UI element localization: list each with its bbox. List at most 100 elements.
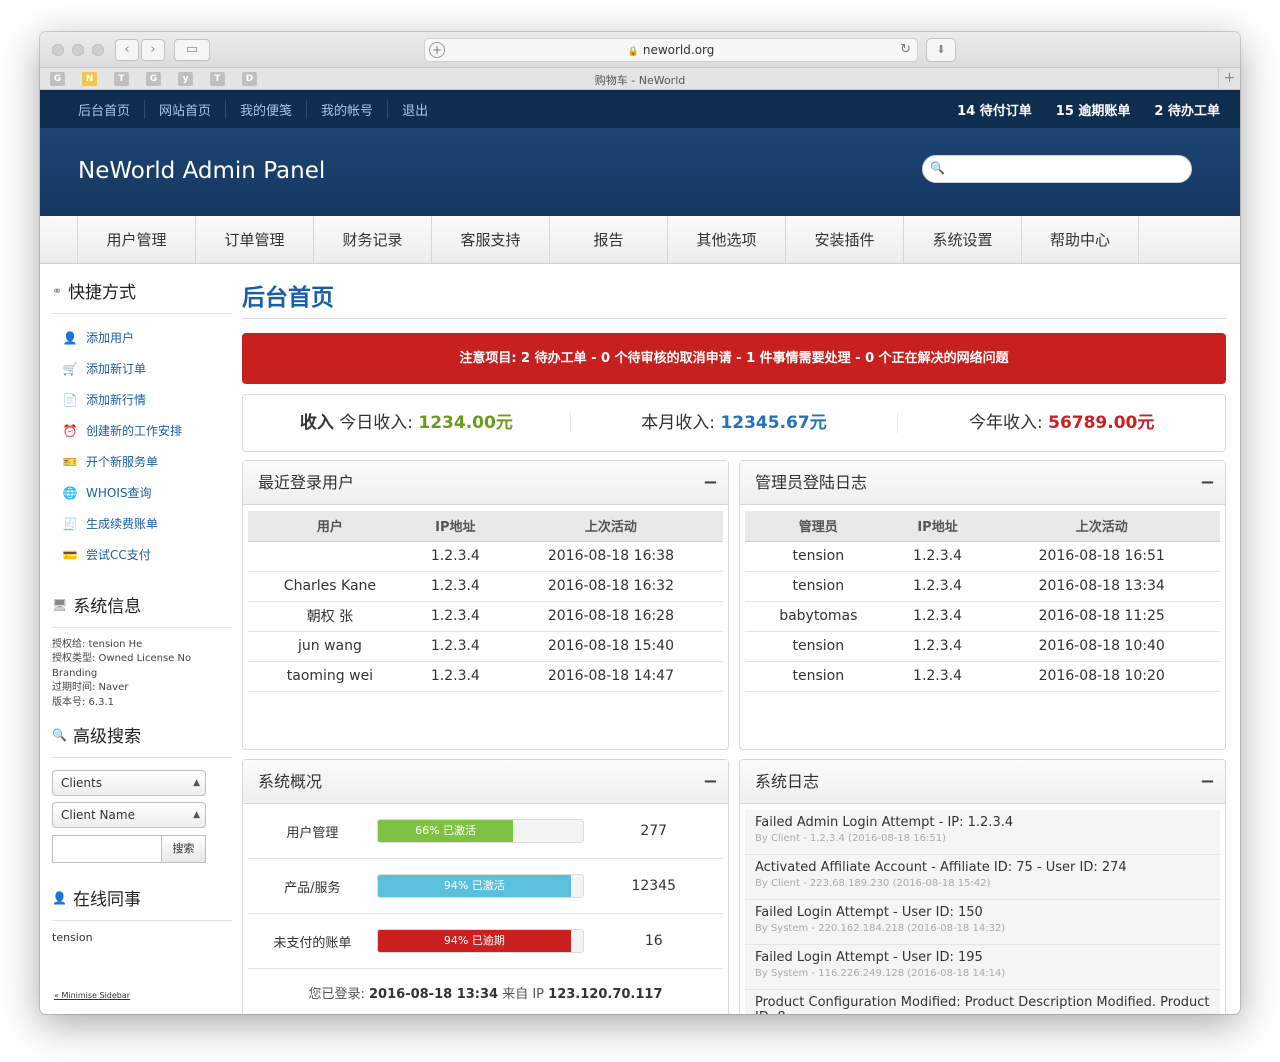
lock-icon: 🔒	[627, 47, 639, 57]
brand-title[interactable]: NeWorld Admin Panel	[78, 158, 325, 184]
shortcut-cc-payment[interactable]: 💳 尝试CC支付	[62, 539, 232, 570]
user-cell[interactable]: jun wang	[248, 631, 412, 662]
collapse-icon[interactable]: −	[1200, 760, 1215, 804]
search-field-select[interactable]: Client Name ▲	[52, 802, 206, 829]
log-text: Product Configuration Modified: Product …	[755, 995, 1210, 1014]
add-icon[interactable]: +	[429, 42, 445, 58]
download-button[interactable]: ⬇	[926, 38, 956, 62]
minimize-window-button[interactable]	[72, 44, 84, 56]
pending-tickets-link[interactable]: 2 待办工单	[1154, 100, 1220, 119]
menu-item-setup[interactable]: 系统设置	[903, 216, 1021, 263]
recent-users-panel: 最近登录用户 − 用户 IP地址 上次活动 1.2.3.4 2016-08-18 1…	[242, 460, 729, 750]
pending-orders-link[interactable]: 14 待付订单	[957, 100, 1032, 119]
shortcut-label: 尝试CC支付	[86, 548, 151, 562]
shortcut-generate-invoices[interactable]: 🧾 生成续费账单	[62, 508, 232, 539]
menu-item-reports[interactable]: 报告	[549, 216, 667, 263]
overview-count[interactable]: 12345	[584, 878, 723, 894]
overview-count[interactable]: 277	[584, 823, 723, 839]
income-summary: 收入 今日收入: 1234.00元 本月收入: 12345.67元 今年收入: …	[242, 394, 1226, 452]
income-label: 收入	[299, 413, 334, 433]
table-row: Charles Kane 1.2.3.4 2016-08-18 16:32	[248, 571, 723, 602]
table-row: 朝权 张 1.2.3.4 2016-08-18 16:28	[248, 601, 723, 632]
menu-item-billing[interactable]: 财务记录	[313, 216, 431, 263]
shortcut-new-todo[interactable]: ⏰ 创建新的工作安排	[62, 415, 232, 446]
topnav-link-notes[interactable]: 我的便笺	[226, 99, 308, 119]
shortcut-whois[interactable]: 🌐 WHOIS查询	[62, 477, 232, 508]
overdue-invoices-link[interactable]: 15 逾期账单	[1056, 100, 1131, 119]
sysinfo-title: 系统信息	[73, 597, 142, 617]
login-info: 您已登录: 2016-08-18 13:34 来自 IP 123.120.70.…	[243, 983, 728, 1002]
address-bar[interactable]: + 🔒 neworld.org ↻	[424, 38, 918, 62]
menu-item-help[interactable]: 帮助中心	[1021, 216, 1139, 263]
user-cell[interactable]	[248, 541, 412, 572]
sysinfo-line: 授权类型: Owned License No	[52, 653, 192, 665]
login-time: 2016-08-18 13:34	[369, 987, 499, 1002]
topnav-link-account[interactable]: 我的帐号	[307, 99, 389, 119]
link-icon: ⚭	[52, 283, 63, 298]
shortcut-label: 添加新行情	[86, 393, 147, 407]
select-arrows-icon: ▲	[193, 810, 200, 821]
browser-window: ‹ › ▭ + 🔒 neworld.org ↻ ⬇ G N T G y T D 购…	[40, 32, 1240, 1014]
column-header: 上次活动	[983, 511, 1220, 542]
menu-item-addons[interactable]: 安装插件	[785, 216, 903, 263]
admin-cell: babytomas	[745, 601, 892, 632]
sidebar-toggle-button[interactable]: ▭	[174, 39, 210, 61]
user-cell[interactable]: taoming wei	[248, 661, 412, 692]
panel-header: 管理员登陆日志 −	[740, 461, 1225, 505]
chevron-right-icon: ›	[150, 42, 156, 57]
close-window-button[interactable]	[52, 44, 64, 56]
table-row: babytomas 1.2.3.4 2016-08-18 11:25	[745, 601, 1220, 632]
progress-bar: 94% 已激活	[376, 874, 585, 898]
menu-item-utilities[interactable]: 其他选项	[667, 216, 785, 263]
user-cell[interactable]: Charles Kane	[248, 571, 412, 602]
select-value: Clients	[61, 776, 102, 791]
shortcut-new-ticket[interactable]: 🎫 开个新服务单	[62, 446, 232, 477]
overview-count[interactable]: 16	[584, 933, 723, 949]
tab-title[interactable]: 购物车 - NeWorld	[40, 72, 1240, 88]
main-menu: 用户管理 订单管理 财务记录 客服支持 报告 其他选项 安装插件 系统设置 帮助…	[40, 216, 1240, 264]
table-row: tension 1.2.3.4 2016-08-18 13:34	[745, 571, 1220, 602]
shortcut-label: 添加新订单	[86, 362, 147, 376]
reload-icon[interactable]: ↻	[900, 39, 911, 61]
forward-button[interactable]: ›	[141, 39, 165, 61]
overview-row: 未支付的账单 94% 已逾期 16	[248, 914, 723, 969]
menu-item-orders[interactable]: 订单管理	[195, 216, 313, 263]
shortcut-label: 开个新服务单	[86, 455, 159, 469]
collapse-icon[interactable]: −	[703, 760, 718, 804]
advanced-search-input[interactable]	[52, 835, 162, 864]
new-tab-button[interactable]: +	[1218, 68, 1240, 90]
admin-top-nav: 后台首页 网站首页 我的便笺 我的帐号 退出 14 待付订单 15 逾期账单 2…	[40, 90, 1240, 128]
select-arrows-icon: ▲	[193, 778, 200, 789]
advanced-search-title: 高级搜索	[72, 727, 141, 748]
shortcut-add-quote[interactable]: 📄 添加新行情	[62, 384, 232, 415]
collapse-icon[interactable]: −	[703, 461, 718, 505]
clock-icon: ⏰	[62, 423, 78, 438]
shortcut-add-order[interactable]: 🛒 添加新订单	[62, 353, 232, 384]
topnav-link-logout[interactable]: 退出	[388, 100, 442, 119]
search-type-select[interactable]: Clients ▲	[52, 770, 206, 797]
user-cell[interactable]: 朝权 张	[248, 601, 412, 632]
minimise-sidebar-link[interactable]: « Minimise Sidebar	[54, 991, 130, 1000]
log-text: Failed Admin Login Attempt - IP: 1.2.3.4	[755, 815, 1014, 830]
url-text: neworld.org	[642, 43, 715, 57]
menu-item-support[interactable]: 客服支持	[431, 216, 549, 263]
header-search-input[interactable]: 🔍	[922, 155, 1192, 183]
shortcut-add-client[interactable]: 👤 添加用户	[62, 322, 232, 353]
log-text: Failed Login Attempt - User ID: 150	[755, 905, 983, 920]
menu-item-clients[interactable]: 用户管理	[77, 216, 195, 263]
income-year-label: 今年收入:	[968, 413, 1043, 433]
log-text: Failed Login Attempt - User ID: 195	[755, 950, 983, 965]
shortcuts-heading: ⚭ 快捷方式	[52, 278, 232, 314]
panel-title: 最近登录用户	[258, 473, 355, 492]
shortcut-label: 创建新的工作安排	[86, 424, 183, 438]
collapse-icon[interactable]: −	[1200, 461, 1215, 505]
search-button[interactable]: 搜索	[162, 835, 206, 864]
log-entry: Failed Login Attempt - User ID: 150 By Sy…	[745, 900, 1220, 945]
ip-cell: 1.2.3.4	[411, 601, 499, 632]
topnav-link-admin-home[interactable]: 后台首页	[64, 99, 146, 119]
zoom-window-button[interactable]	[92, 44, 104, 56]
progress-fill: 94% 已逾期	[377, 930, 572, 952]
back-button[interactable]: ‹	[115, 39, 139, 61]
invoice-icon: 🧾	[62, 516, 78, 531]
topnav-link-site-home[interactable]: 网站首页	[145, 99, 227, 119]
